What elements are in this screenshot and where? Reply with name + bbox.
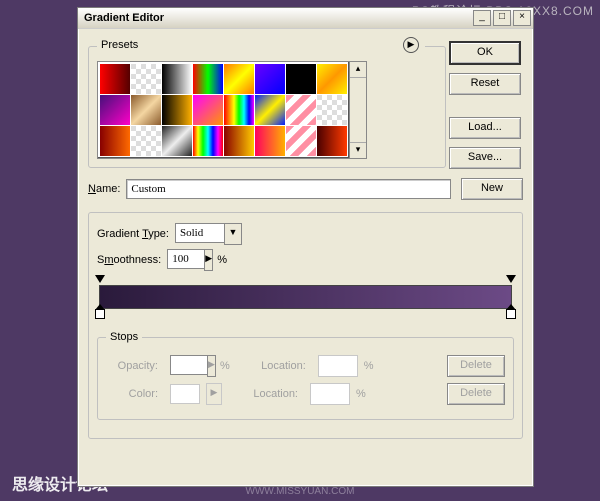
opacity-location-label: Location: <box>254 360 306 372</box>
maximize-button[interactable]: □ <box>493 10 511 26</box>
presets-fieldset: Presets ▶ ▴ ▾ <box>88 37 446 168</box>
name-label: Name: <box>88 183 120 195</box>
preset-swatch[interactable] <box>100 95 130 125</box>
smoothness-label: Smoothness: <box>97 254 161 266</box>
color-location-input <box>310 383 350 405</box>
preset-swatch[interactable] <box>286 95 316 125</box>
presets-menu-icon[interactable]: ▶ <box>403 37 419 53</box>
color-stop-left[interactable] <box>95 309 105 321</box>
opacity-input <box>170 355 207 375</box>
delete-opacity-stop-button: Delete <box>447 355 505 377</box>
preset-swatch[interactable] <box>100 126 130 156</box>
opacity-location-input <box>318 355 358 377</box>
preset-swatch[interactable] <box>162 95 192 125</box>
preset-swatch[interactable] <box>317 95 347 125</box>
stops-legend: Stops <box>106 331 142 343</box>
preset-swatch[interactable] <box>255 126 285 156</box>
preset-swatch[interactable] <box>193 64 223 94</box>
preset-swatch[interactable] <box>286 126 316 156</box>
opacity-stop-right[interactable] <box>506 275 516 285</box>
presets-grid <box>97 61 350 159</box>
name-input[interactable] <box>126 179 451 199</box>
gradient-ramp[interactable] <box>99 285 512 309</box>
preset-swatch[interactable] <box>100 64 130 94</box>
opacity-arrow-icon: ▶ <box>207 355 216 377</box>
gradient-type-label: Gradient Type: <box>97 228 169 240</box>
delete-color-stop-button: Delete <box>447 383 505 405</box>
presets-scrollbar[interactable]: ▴ ▾ <box>350 61 367 159</box>
gradient-bar[interactable] <box>99 285 512 309</box>
preset-swatch[interactable] <box>162 126 192 156</box>
color-stop-right[interactable] <box>506 309 516 321</box>
preset-swatch[interactable] <box>255 95 285 125</box>
preset-swatch[interactable] <box>162 64 192 94</box>
opacity-stop-left[interactable] <box>95 275 105 285</box>
color-label: Color: <box>106 388 158 400</box>
preset-swatch[interactable] <box>224 126 254 156</box>
stops-fieldset: Stops Opacity: ▶ % Location: % Delete Co… <box>97 331 514 420</box>
smoothness-arrow-icon[interactable]: ▶ <box>204 249 213 271</box>
color-location-unit: % <box>356 388 366 400</box>
color-swatch <box>170 384 200 404</box>
reset-button[interactable]: Reset <box>449 73 521 95</box>
save-button[interactable]: Save... <box>449 147 521 169</box>
close-button[interactable]: × <box>513 10 531 26</box>
preset-swatch[interactable] <box>317 64 347 94</box>
minimize-button[interactable]: _ <box>473 10 491 26</box>
watermark-bottom-center: WWW.MISSYUAN.COM <box>246 486 355 497</box>
smoothness-input[interactable] <box>167 249 204 269</box>
titlebar[interactable]: Gradient Editor _ □ × <box>78 8 533 29</box>
color-location-label: Location: <box>246 388 298 400</box>
new-button[interactable]: New <box>461 178 523 200</box>
gradient-type-select[interactable] <box>175 223 224 243</box>
opacity-label: Opacity: <box>106 360 158 372</box>
preset-swatch[interactable] <box>131 64 161 94</box>
window-title: Gradient Editor <box>84 12 471 24</box>
preset-swatch[interactable] <box>193 95 223 125</box>
dropdown-icon[interactable]: ▼ <box>224 223 242 245</box>
preset-swatch[interactable] <box>317 126 347 156</box>
presets-legend: Presets <box>101 39 138 51</box>
smoothness-unit: % <box>217 254 227 266</box>
opacity-location-unit: % <box>364 360 374 372</box>
scroll-up-icon[interactable]: ▴ <box>350 62 366 78</box>
preset-swatch[interactable] <box>224 64 254 94</box>
gradient-editor-window: Gradient Editor _ □ × OK Reset Load... S… <box>77 7 534 487</box>
ok-button[interactable]: OK <box>449 41 521 65</box>
scroll-down-icon[interactable]: ▾ <box>350 142 366 158</box>
preset-swatch[interactable] <box>255 64 285 94</box>
color-arrow-icon: ▶ <box>206 383 222 405</box>
preset-swatch[interactable] <box>131 126 161 156</box>
preset-swatch[interactable] <box>131 95 161 125</box>
preset-swatch[interactable] <box>286 64 316 94</box>
preset-swatch[interactable] <box>224 95 254 125</box>
gradient-fieldset: Gradient Type: ▼ Smoothness: ▶ % <box>88 212 523 439</box>
load-button[interactable]: Load... <box>449 117 521 139</box>
preset-swatch[interactable] <box>193 126 223 156</box>
opacity-unit: % <box>220 360 230 372</box>
